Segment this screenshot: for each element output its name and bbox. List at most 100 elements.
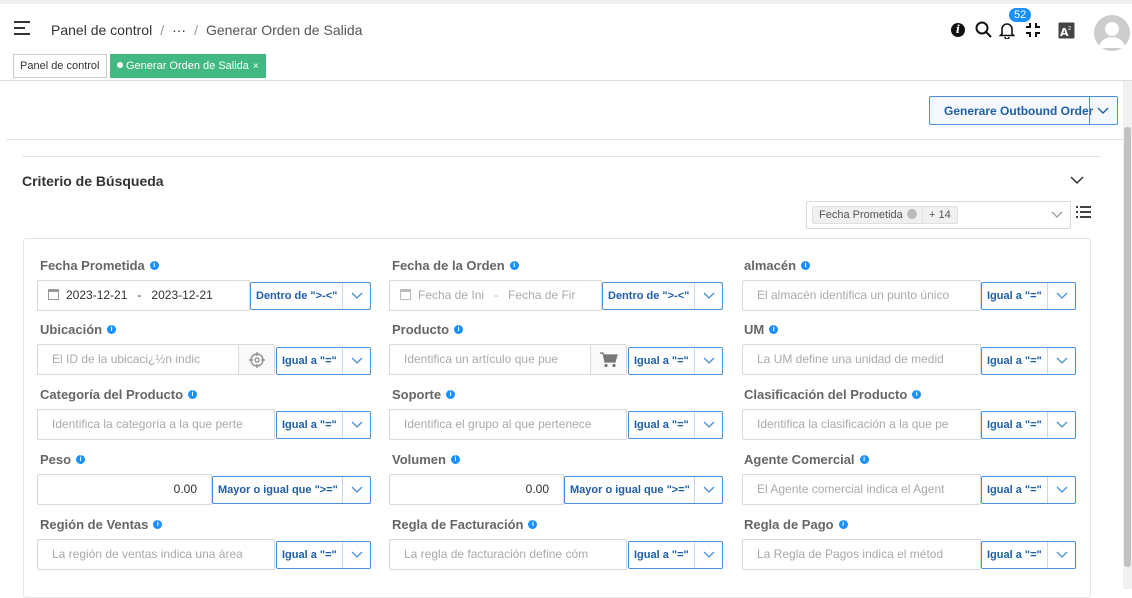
top-bar: Panel de control / ··· / Generar Orden de Sa…	[0, 0, 1132, 52]
ubicacion-operator-select[interactable]: Igual a "="	[276, 347, 371, 375]
facturacion-operator-select[interactable]: Igual a "="	[628, 541, 723, 569]
menu-icon[interactable]	[14, 21, 30, 35]
info-icon[interactable]: i	[951, 23, 965, 37]
label-almacen: almacén i	[744, 258, 811, 273]
tab-generar-orden-de-salida[interactable]: Generar Orden de Salida ×	[110, 54, 266, 78]
chevron-down-icon	[351, 292, 363, 299]
chevron-down-icon	[703, 292, 715, 299]
info-icon: i	[769, 325, 779, 334]
label-peso: Peso i	[40, 452, 86, 467]
notification-badge: 52	[1009, 8, 1032, 22]
search-icon[interactable]	[975, 21, 992, 38]
fullscreen-icon[interactable]	[1025, 22, 1041, 38]
criteria-title: Criterio de Búsqueda	[22, 173, 164, 189]
criteria-tag-select[interactable]: Fecha Prometida + 14	[806, 201, 1071, 229]
tab-label: Generar Orden de Salida	[126, 60, 249, 72]
chevron-down-icon	[1056, 357, 1068, 364]
um-input[interactable]: La UM define una unidad de medid	[742, 344, 981, 375]
scrollbar-thumb[interactable]	[1124, 127, 1131, 567]
label-um: UM i	[744, 322, 779, 337]
peso-operator-select[interactable]: Mayor o igual que ">="	[212, 476, 371, 504]
categoria-operator-select[interactable]: Igual a "="	[276, 411, 371, 439]
fecha-orden-operator-select[interactable]: Dentro de ">-<"	[602, 282, 723, 310]
breadcrumb: Panel de control / ··· / Generar Orden de Sa…	[51, 22, 363, 38]
avatar-icon	[1099, 22, 1125, 48]
pago-input[interactable]: La Regla de Pagos indica el métod	[742, 539, 981, 570]
ubicacion-input[interactable]: El ID de la ubicaci¿½n indic	[37, 344, 275, 375]
clasificacion-input[interactable]: Identifica la clasificación a la que pe	[742, 409, 981, 440]
date-to: 2023-12-21	[151, 288, 213, 302]
chevron-down-icon	[351, 421, 363, 428]
pago-operator-select[interactable]: Igual a "="	[981, 541, 1076, 569]
list-icon[interactable]	[1076, 206, 1091, 220]
tag-fecha-prometida[interactable]: Fecha Prometida	[812, 206, 924, 224]
svg-text:z: z	[1068, 25, 1071, 32]
info-icon: i	[912, 390, 922, 399]
chevron-down-icon[interactable]	[1069, 174, 1085, 186]
clasificacion-operator-select[interactable]: Igual a "="	[981, 411, 1076, 439]
producto-input[interactable]: Identifica un artículo que pue	[389, 344, 627, 375]
chevron-down-icon	[1056, 551, 1068, 558]
label-facturacion: Regla de Facturación i	[392, 517, 538, 532]
label-agente: Agente Comercial i	[744, 452, 869, 467]
chevron-down-icon	[1056, 421, 1068, 428]
breadcrumb-ellipsis[interactable]: ···	[172, 22, 186, 38]
close-icon[interactable]: ×	[253, 61, 259, 72]
divider	[22, 156, 1101, 157]
info-icon: i	[528, 520, 538, 529]
almacen-operator-select[interactable]: Igual a "="	[981, 282, 1076, 310]
chevron-down-icon	[1056, 292, 1068, 299]
chevron-down-icon[interactable]	[1050, 209, 1064, 221]
um-operator-select[interactable]: Igual a "="	[981, 347, 1076, 375]
agente-input[interactable]: El Agente comercial indica el Agent	[742, 474, 981, 505]
label-clasificacion: Clasificación del Producto i	[744, 387, 922, 402]
label-producto: Producto i	[392, 322, 464, 337]
label-categoria: Categoría del Producto i	[40, 387, 198, 402]
tab-panel-de-control[interactable]: Panel de control	[13, 54, 107, 78]
chevron-down-icon	[351, 486, 363, 493]
info-icon: i	[801, 261, 811, 270]
chevron-down-icon	[703, 421, 715, 428]
label-soporte: Soporte i	[392, 387, 456, 402]
producto-operator-select[interactable]: Igual a "="	[628, 347, 723, 375]
volumen-operator-select[interactable]: Mayor o igual que ">="	[564, 476, 723, 504]
label-fecha-orden: Fecha de la Orden i	[392, 258, 519, 273]
info-icon: i	[153, 520, 163, 529]
tag-more[interactable]: + 14	[922, 206, 958, 224]
translate-icon[interactable]: Az	[1058, 22, 1075, 39]
cart-icon	[600, 352, 618, 368]
peso-input[interactable]: 0.00	[37, 474, 212, 505]
bell-icon[interactable]	[999, 21, 1015, 39]
volumen-input[interactable]: 0.00	[389, 474, 564, 505]
agente-operator-select[interactable]: Igual a "="	[981, 476, 1076, 504]
chevron-down-icon	[703, 551, 715, 558]
scrollbar[interactable]	[1123, 81, 1132, 589]
region-operator-select[interactable]: Igual a "="	[276, 541, 371, 569]
fecha-orden-range-input[interactable]: Fecha de Ini - Fecha de Fir	[389, 280, 602, 311]
chevron-down-icon	[351, 551, 363, 558]
facturacion-input[interactable]: La regla de facturación define cóm	[389, 539, 627, 570]
info-icon: i	[188, 390, 198, 399]
info-icon: i	[454, 325, 464, 334]
chevron-down-icon[interactable]	[1097, 103, 1109, 117]
locate-button[interactable]	[238, 345, 274, 374]
region-input[interactable]: La región de ventas indica una área	[37, 539, 275, 570]
avatar[interactable]	[1094, 15, 1130, 51]
close-icon[interactable]	[906, 209, 917, 219]
fecha-prometida-operator-select[interactable]: Dentro de ">-<"	[250, 282, 371, 310]
fecha-prometida-range-input[interactable]: 2023-12-21 - 2023-12-21	[37, 280, 250, 311]
crosshair-icon	[249, 352, 265, 368]
label-region: Región de Ventas i	[40, 517, 163, 532]
info-icon: i	[149, 261, 159, 270]
almacen-input[interactable]: El almacén identifica un punto único	[742, 280, 981, 311]
categoria-input[interactable]: Identifica la categoría a la que perte	[37, 409, 275, 440]
soporte-input[interactable]: Identifica el grupo al que pertenece	[389, 409, 627, 440]
label-pago: Regla de Pago i	[744, 517, 848, 532]
info-icon: i	[450, 455, 460, 464]
chevron-down-icon	[703, 486, 715, 493]
generate-outbound-order-button[interactable]: Generare Outbound Order	[929, 96, 1118, 125]
breadcrumb-home[interactable]: Panel de control	[51, 22, 152, 38]
product-lookup-button[interactable]	[590, 345, 626, 374]
soporte-operator-select[interactable]: Igual a "="	[628, 411, 723, 439]
info-icon: i	[509, 261, 519, 270]
